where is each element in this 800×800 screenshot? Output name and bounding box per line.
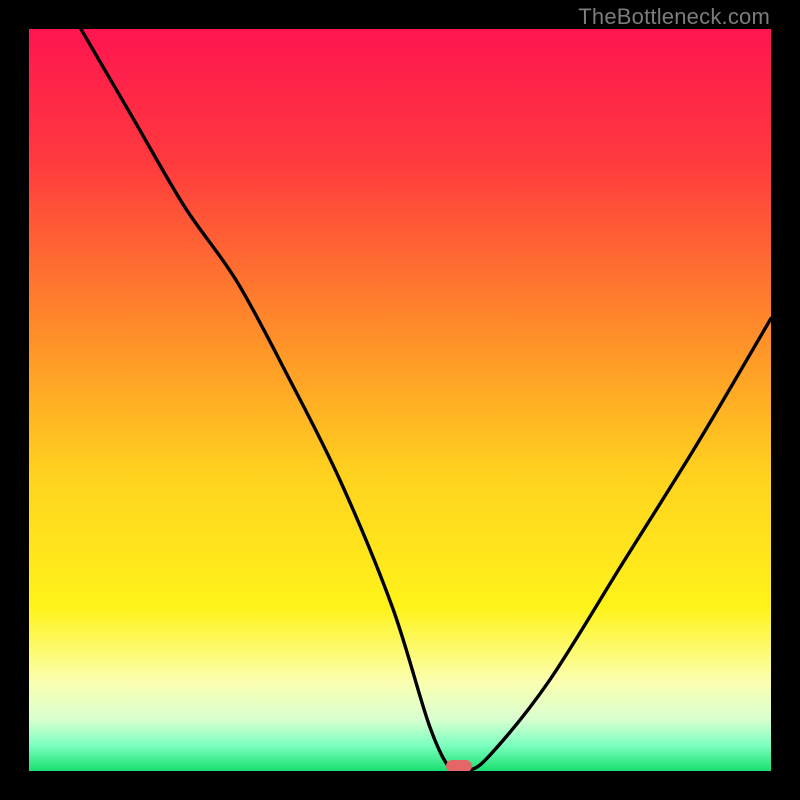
outer-frame: TheBottleneck.com [0,0,800,800]
bottleneck-curve [29,29,771,771]
watermark-text: TheBottleneck.com [578,4,770,30]
plot-area [29,29,771,771]
optimal-marker [446,760,472,771]
